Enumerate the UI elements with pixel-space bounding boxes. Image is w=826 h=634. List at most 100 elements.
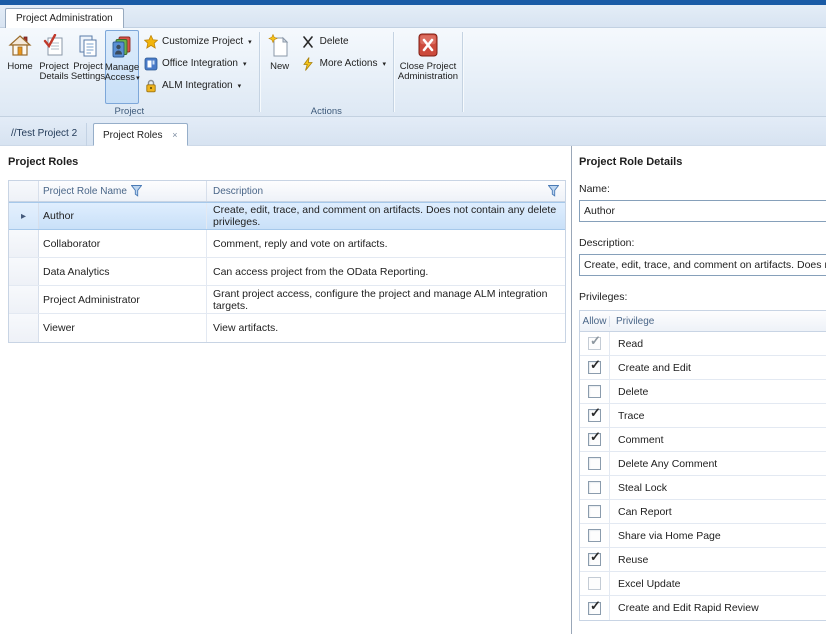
privileges-label: Privileges: [579,291,826,303]
delete-icon [301,34,316,49]
allow-cell: ✓ [580,428,610,451]
allow-cell: ✓ [580,332,610,355]
ribbon-group-separator [462,32,463,112]
privilege-name-cell: Share via Home Page [610,524,826,547]
role-description-cell[interactable]: Comment, reply and vote on artifacts. [207,230,565,257]
lightning-icon [301,56,316,71]
allow-checkbox[interactable]: ✓ [588,602,601,615]
row-selector-cell[interactable] [9,314,39,342]
project-administration-window: { "icons": { "dropdown": "▾", "selected_… [0,0,826,634]
table-row[interactable]: Project AdministratorGrant project acces… [9,286,565,314]
allow-checkbox[interactable]: ✓ [588,385,601,398]
ribbon-tab-strip: Project Administration [0,5,826,28]
allow-cell: ✓ [580,476,610,499]
table-row[interactable]: ▸AuthorCreate, edit, trace, and comment … [9,202,565,230]
allow-checkbox[interactable]: ✓ [588,553,601,566]
close-project-administration-button[interactable]: Close Project Administration [397,30,459,104]
home-button[interactable]: Home [3,30,37,104]
ribbon-group-actions: New Delete Mo [260,28,393,116]
table-row[interactable]: ViewerView artifacts. [9,314,565,342]
alm-integration-icon [143,78,158,93]
description-label: Description: [579,237,826,249]
details-title: Project Role Details [579,156,826,168]
allow-cell: ✓ [580,404,610,427]
table-row[interactable]: Data AnalyticsCan access project from th… [9,258,565,286]
project-details-button-label: Project Details [37,62,71,82]
close-administration-icon [415,33,441,59]
privilege-row: ✓Read [580,332,826,356]
row-selector-cell[interactable] [9,230,39,257]
tab-project-roles-label: Project Roles [103,130,162,141]
ribbon: Home Project Details [0,28,826,117]
page-title: Project Roles [8,156,78,168]
privilege-name-cell: Excel Update [610,572,826,595]
allow-checkbox: ✓ [588,337,601,350]
name-input[interactable] [579,200,826,222]
role-description-cell[interactable]: Can access project from the OData Report… [207,258,565,285]
checkmark-icon: ✓ [590,430,601,443]
allow-cell: ✓ [580,524,610,547]
manage-access-icon [109,34,135,60]
privilege-name-cell: Trace [610,404,826,427]
description-input[interactable] [579,254,826,276]
privilege-row: ✓Create and Edit Rapid Review [580,596,826,620]
row-selector-cell[interactable]: ▸ [9,203,39,229]
column-header-name[interactable]: Project Role Name [39,181,207,201]
actions-group-small-buttons: Delete More Actions ▾ [297,30,390,71]
dropdown-arrow-icon: ▾ [243,60,247,68]
privilege-name-cell: Create and Edit [610,356,826,379]
new-button[interactable]: New [263,30,297,104]
project-settings-button[interactable]: Project Settings [71,30,105,104]
tab-project-administration[interactable]: Project Administration [5,8,124,29]
role-name-cell[interactable]: Project Administrator [39,286,207,313]
privilege-name-cell: Delete [610,380,826,403]
allow-checkbox[interactable]: ✓ [588,457,601,470]
filter-icon[interactable] [131,185,142,197]
row-selector-cell[interactable] [9,258,39,285]
privilege-name-cell: Can Report [610,500,826,523]
allow-checkbox[interactable]: ✓ [588,361,601,374]
dropdown-arrow-icon: ▾ [238,82,242,90]
role-description-cell[interactable]: Grant project access, configure the proj… [207,286,565,313]
role-name-cell[interactable]: Data Analytics [39,258,207,285]
privileges-table: Allow Privilege ✓Read✓Create and Edit✓De… [579,310,826,621]
project-details-button[interactable]: Project Details [37,30,71,104]
allow-checkbox[interactable]: ✓ [588,433,601,446]
role-description-cell[interactable]: View artifacts. [207,314,565,342]
row-selector-cell[interactable] [9,286,39,313]
role-name-cell[interactable]: Viewer [39,314,207,342]
privilege-row: ✓ Create and Edit [580,356,826,380]
tab-close-icon[interactable]: × [172,130,177,140]
project-group-small-buttons: Customize Project ▾ Office Integration ▾ [139,30,256,93]
privilege-row: ✓Comment [580,428,826,452]
allow-checkbox[interactable]: ✓ [588,529,601,542]
delete-button[interactable]: Delete [301,34,386,49]
privilege-name-cell: Steal Lock [610,476,826,499]
role-name-cell[interactable]: Author [39,203,207,229]
table-row[interactable]: CollaboratorComment, reply and vote on a… [9,230,565,258]
tab-project-roles[interactable]: Project Roles × [93,123,188,146]
customize-project-button[interactable]: Customize Project ▾ [143,34,252,49]
column-header-description[interactable]: Description [207,181,565,201]
project-settings-button-label: Project Settings [71,62,105,82]
alm-integration-button[interactable]: ALM Integration ▾ [143,78,252,93]
privilege-row: ✓ Trace [580,404,826,428]
privileges-table-header: Allow Privilege [580,311,826,332]
customize-project-icon [143,34,158,49]
allow-checkbox[interactable]: ✓ [588,409,601,422]
dropdown-arrow-icon: ▾ [248,38,252,46]
allow-checkbox[interactable]: ✓ [588,481,601,494]
tab-test-project-2[interactable]: //Test Project 2 [2,123,87,146]
privilege-row: ✓Reuse [580,548,826,572]
more-actions-button[interactable]: More Actions ▾ [301,56,386,71]
privilege-row: ✓Delete Any Comment [580,452,826,476]
role-name-cell[interactable]: Collaborator [39,230,207,257]
allow-cell: ✓ [580,572,610,595]
role-description-cell[interactable]: Create, edit, trace, and comment on arti… [207,203,565,229]
allow-cell: ✓ [580,452,610,475]
home-icon [7,33,33,59]
filter-icon[interactable] [548,185,559,197]
manage-access-button[interactable]: Manage Access▾ [105,30,139,104]
office-integration-button[interactable]: Office Integration ▾ [143,56,252,71]
allow-checkbox[interactable]: ✓ [588,505,601,518]
